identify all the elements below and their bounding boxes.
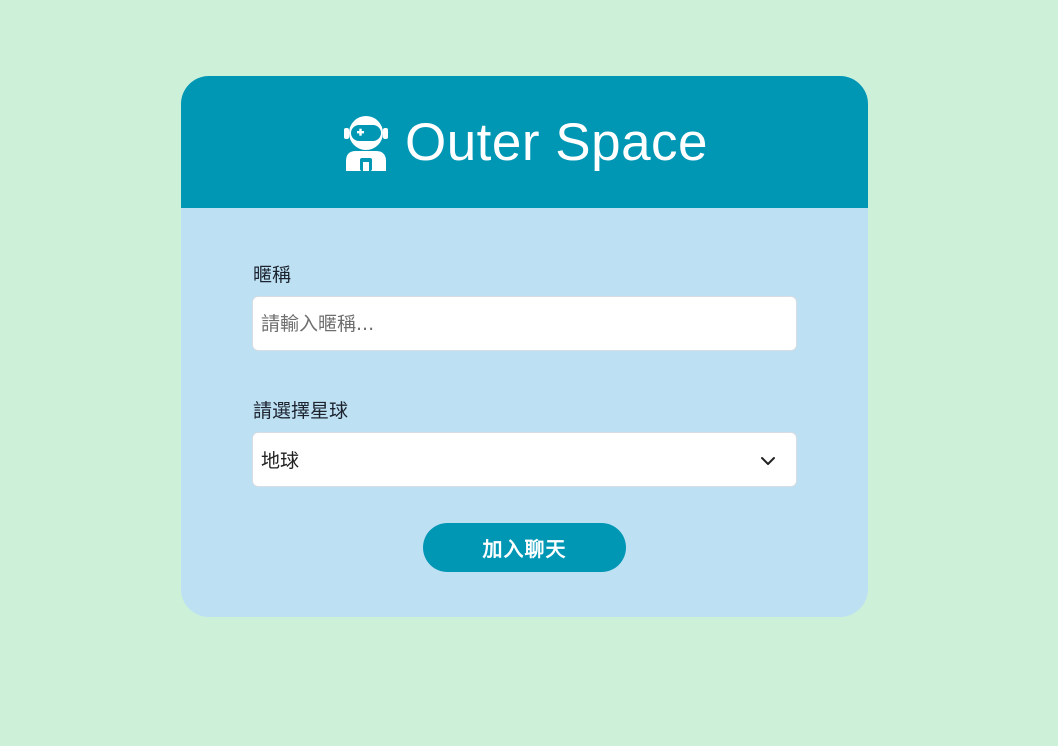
card-header: Outer Space <box>181 76 868 208</box>
astronaut-icon <box>341 115 391 171</box>
nickname-input[interactable] <box>252 296 797 351</box>
planet-select[interactable]: 地球 <box>252 432 797 487</box>
app-title: Outer Space <box>404 112 709 172</box>
chevron-down-icon <box>760 453 776 469</box>
nickname-label: 暱稱 <box>253 264 292 286</box>
button-row: 加入聊天 <box>252 523 797 572</box>
login-card: Outer Space 暱稱 請選擇星球 地球 加入聊天 <box>181 76 868 617</box>
login-form: 暱稱 請選擇星球 地球 加入聊天 <box>181 208 868 572</box>
join-chat-button[interactable]: 加入聊天 <box>423 523 626 572</box>
planet-label: 請選擇星球 <box>253 400 349 422</box>
planet-select-value: 地球 <box>261 450 300 472</box>
